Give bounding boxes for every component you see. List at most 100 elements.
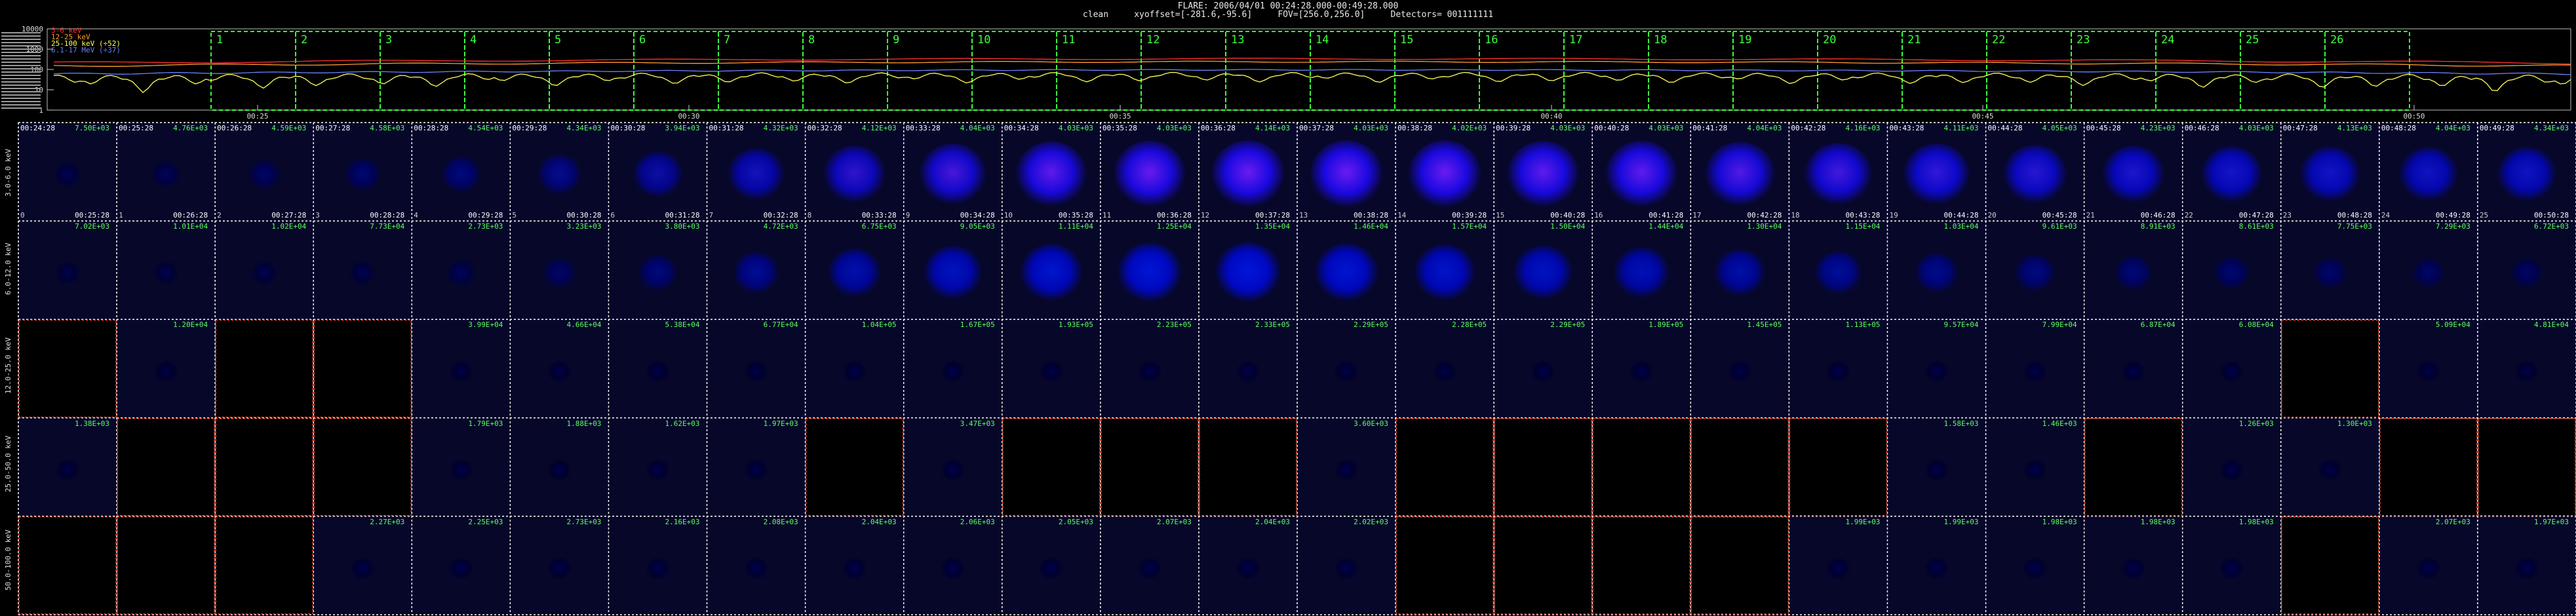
panel-value-label: 1.58E+03 xyxy=(1943,419,1979,428)
source-image xyxy=(1803,143,1873,208)
start-time-label: 00:43:28 xyxy=(1889,124,1924,132)
source-image xyxy=(448,557,475,582)
source-image xyxy=(2497,147,2557,204)
panel-index-label: 22 xyxy=(2184,211,2193,220)
source-image xyxy=(644,557,671,582)
panel-value-label: 4.04E+03 xyxy=(960,124,995,132)
end-time-label: 00:34:28 xyxy=(960,211,995,220)
panel-value-label: 1.99E+03 xyxy=(1943,517,1979,526)
end-time-label: 00:48:28 xyxy=(2337,211,2372,220)
end-time-label: 00:29:28 xyxy=(468,211,503,220)
source-image xyxy=(1137,557,1163,582)
end-time-label: 00:26:28 xyxy=(173,211,208,220)
energy-band-label: 50.0-100.0 keV xyxy=(4,529,12,590)
image-panel xyxy=(1592,516,1691,615)
source-image xyxy=(2299,146,2361,205)
panel-value-label: 6.77E+04 xyxy=(763,320,798,330)
panel-value-label: 1.25E+04 xyxy=(1156,222,1192,231)
end-time-label: 00:25:28 xyxy=(75,211,110,220)
image-panel xyxy=(2084,417,2183,516)
source-image xyxy=(1333,557,1359,582)
panel-value-label: 4.03E+03 xyxy=(1058,124,1093,132)
source-image xyxy=(2317,459,2343,483)
source-image xyxy=(743,459,769,483)
start-time-label: 00:29:28 xyxy=(512,124,547,132)
panel-value-label: 1.44E+04 xyxy=(1649,222,1684,231)
panel-value-label: 6.72E+03 xyxy=(2534,222,2569,231)
source-image xyxy=(1924,360,1949,385)
panel-value-label: 2.04E+03 xyxy=(861,517,897,526)
panel-index-label: 15 xyxy=(1496,211,1505,220)
source-image xyxy=(923,246,983,303)
image-panel xyxy=(2280,319,2379,418)
panel-value-label: 1.02E+04 xyxy=(271,222,307,231)
source-image xyxy=(1814,251,1863,298)
start-time-label: 00:49:28 xyxy=(2479,124,2514,132)
source-image xyxy=(1211,140,1285,211)
image-panel xyxy=(1395,516,1494,615)
source-image xyxy=(2415,360,2442,385)
source-image xyxy=(547,459,572,483)
source-image xyxy=(2101,145,2165,206)
source-image xyxy=(940,459,966,483)
end-time-label: 00:36:28 xyxy=(1156,211,1192,220)
start-time-label: 00:35:28 xyxy=(1102,124,1137,132)
start-time-label: 00:47:28 xyxy=(2282,124,2318,132)
start-time-label: 00:39:28 xyxy=(1496,124,1531,132)
source-image xyxy=(1407,140,1482,211)
end-time-label: 00:47:28 xyxy=(2238,211,2274,220)
panel-index-label: 0 xyxy=(20,211,25,220)
panel-value-label: 4.54E+03 xyxy=(468,124,503,132)
image-panel xyxy=(1690,417,1789,516)
panel-value-label: 2.27E+03 xyxy=(370,517,405,526)
source-image xyxy=(1513,245,1573,303)
panel-value-label: 1.93E+05 xyxy=(1058,320,1093,330)
source-image xyxy=(1333,360,1359,385)
start-time-label: 00:33:28 xyxy=(905,124,941,132)
panel-value-label: 1.03E+04 xyxy=(1943,222,1979,231)
image-panel xyxy=(1592,417,1691,516)
panel-value-label: 7.99E+04 xyxy=(2042,320,2077,330)
source-image xyxy=(2219,557,2245,582)
panel-value-label: 7.02E+03 xyxy=(75,222,110,231)
panel-value-label: 2.02E+03 xyxy=(1354,517,1389,526)
panel-value-label: 2.25E+03 xyxy=(468,517,503,526)
source-image xyxy=(153,360,178,385)
source-image xyxy=(1727,360,1753,385)
source-image xyxy=(1309,140,1384,211)
panel-index-label: 3 xyxy=(315,211,320,220)
source-image xyxy=(1924,459,1949,483)
source-image xyxy=(446,260,477,289)
panel-value-label: 4.11E+03 xyxy=(1943,124,1979,132)
source-image xyxy=(1019,244,1083,305)
panel-value-label: 8.61E+03 xyxy=(2238,222,2274,231)
source-image xyxy=(727,148,785,203)
panel-value-label: 1.01E+04 xyxy=(173,222,208,231)
source-image xyxy=(440,157,481,195)
panel-value-label: 1.57E+04 xyxy=(1452,222,1487,231)
panel-value-label: 1.99E+03 xyxy=(1845,517,1881,526)
panel-index-label: 4 xyxy=(414,211,418,220)
energy-band-label: 12.0-25.0 keV xyxy=(4,337,12,394)
source-image xyxy=(2312,257,2348,291)
source-image xyxy=(1235,360,1261,385)
image-panel xyxy=(1690,516,1789,615)
source-image xyxy=(247,159,281,192)
end-time-label: 00:50:28 xyxy=(2534,211,2569,220)
start-time-label: 00:48:28 xyxy=(2381,124,2416,132)
panel-value-label: 7.73E+04 xyxy=(370,222,405,231)
panel-value-label: 1.04E+05 xyxy=(861,320,897,330)
source-image xyxy=(1432,360,1458,385)
panel-index-label: 6 xyxy=(610,211,615,220)
image-panel xyxy=(1494,417,1593,516)
end-time-label: 00:49:28 xyxy=(2435,211,2470,220)
end-time-label: 00:46:28 xyxy=(2140,211,2176,220)
source-image xyxy=(1137,360,1163,385)
panel-value-label: 1.79E+03 xyxy=(468,419,503,428)
source-image xyxy=(1713,249,1766,299)
source-image xyxy=(1038,557,1064,582)
panel-value-label: 6.87E+04 xyxy=(2140,320,2176,330)
panel-value-label: 1.26E+03 xyxy=(2238,419,2274,428)
panel-value-label: 2.29E+05 xyxy=(1354,320,1389,330)
source-image xyxy=(841,557,868,582)
